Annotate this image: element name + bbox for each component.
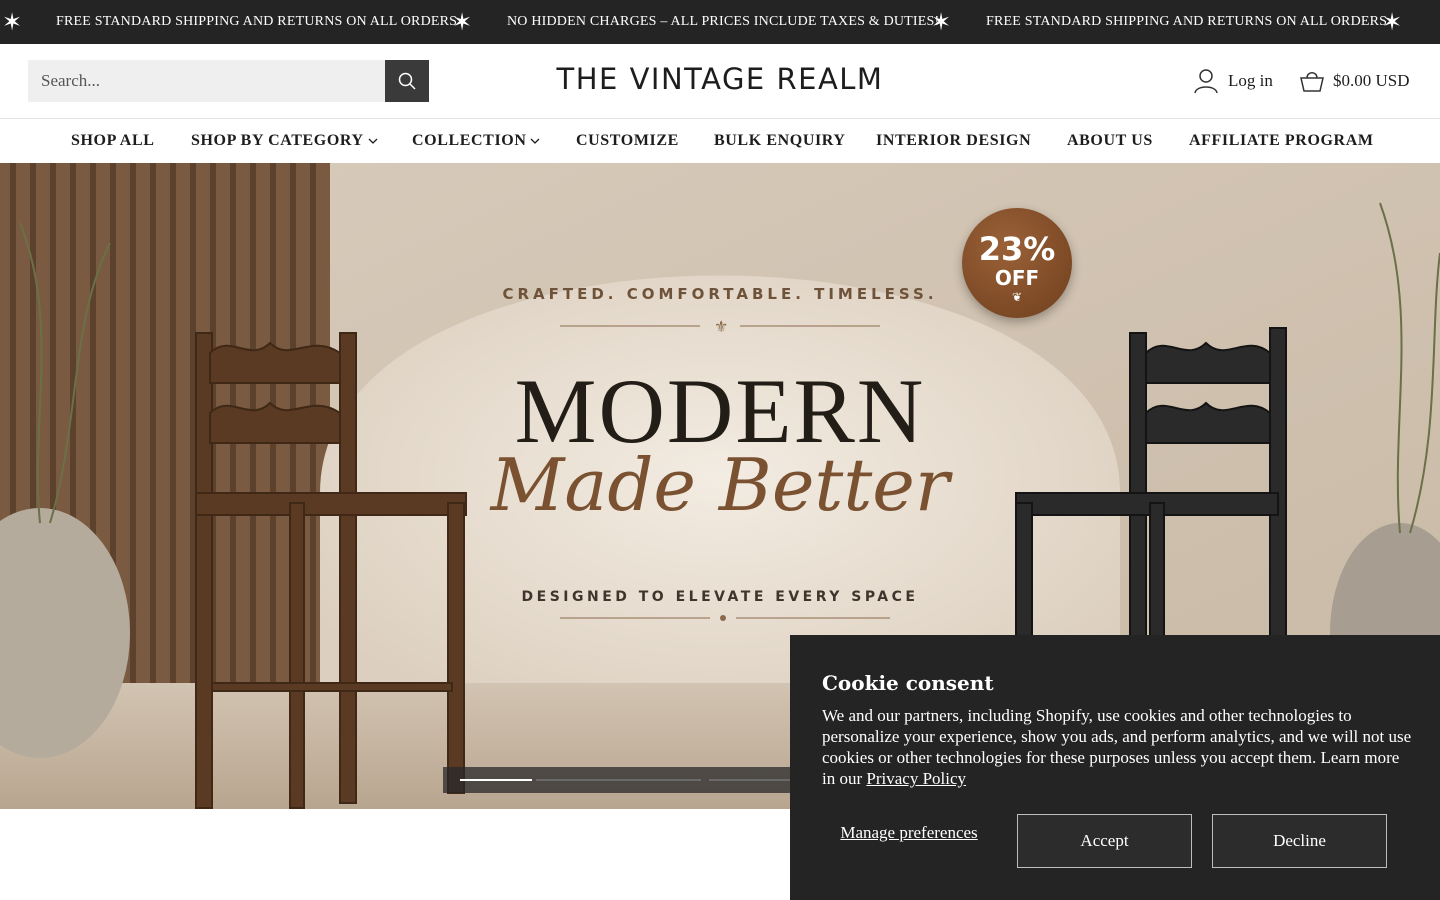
announcement-bar: ✶ FREE STANDARD SHIPPING AND RETURNS ON … [0, 0, 1440, 44]
decline-button[interactable]: Decline [1212, 814, 1387, 868]
svg-text:⚜: ⚜ [714, 317, 728, 336]
nav-item-about-us[interactable]: ABOUT US [1067, 132, 1153, 150]
nav-item-label: INTERIOR DESIGN [876, 132, 1032, 149]
nav-item-customize[interactable]: CUSTOMIZE [576, 132, 679, 150]
nav-item-shop-by-category[interactable]: SHOP BY CATEGORY [191, 132, 378, 150]
star-icon: ✶ [931, 8, 952, 36]
hero-tagline: CRAFTED. COMFORTABLE. TIMELESS. [502, 285, 938, 303]
hero-subline: DESIGNED TO ELEVATE EVERY SPACE [521, 589, 919, 605]
cookie-consent-dialog: Cookie consent We and our partners, incl… [790, 635, 1440, 900]
announcement-message: NO HIDDEN CHARGES – ALL PRICES INCLUDE T… [507, 14, 940, 29]
nav-item-label: SHOP BY CATEGORY [191, 132, 364, 149]
search-input[interactable] [28, 60, 385, 102]
main-nav: SHOP ALL SHOP BY CATEGORY COLLECTION CUS… [0, 118, 1440, 163]
accept-button[interactable]: Accept [1017, 814, 1192, 868]
login-link[interactable]: Log in [1194, 66, 1273, 96]
user-icon [1194, 69, 1218, 94]
login-label: Log in [1228, 71, 1273, 90]
nav-item-bulk-enquiry[interactable]: BULK ENQUIRY [714, 132, 846, 150]
manage-preferences-link[interactable]: Manage preferences [822, 823, 996, 842]
chevron-down-icon [531, 138, 540, 144]
hero-script-headline: Made Better [490, 443, 950, 527]
cart-icon [1300, 72, 1324, 92]
nav-item-label: ABOUT US [1067, 132, 1153, 149]
star-icon: ✶ [452, 8, 473, 36]
leaf-icon: ❦ [1011, 290, 1023, 304]
site-logo[interactable]: THE VINTAGE REALM [520, 62, 920, 96]
star-icon: ✶ [2, 8, 23, 36]
announcement-message: FREE STANDARD SHIPPING AND RETURNS ON AL… [56, 14, 458, 29]
nav-item-collection[interactable]: COLLECTION [412, 132, 540, 150]
chevron-down-icon [368, 138, 378, 144]
search-button[interactable] [385, 60, 429, 102]
slide-indicators [443, 767, 823, 793]
nav-item-interior-design[interactable]: INTERIOR DESIGN [876, 132, 1031, 150]
nav-item-affiliate-program[interactable]: AFFILIATE PROGRAM [1189, 132, 1374, 150]
cart-link[interactable]: $0.00 USD [1299, 66, 1410, 96]
discount-off-label: OFF [994, 266, 1040, 290]
cart-total: $0.00 USD [1333, 71, 1410, 90]
search-icon [398, 72, 416, 90]
nav-item-shop-all[interactable]: SHOP ALL [71, 132, 155, 150]
nav-item-label: SHOP ALL [71, 132, 155, 149]
nav-item-label: AFFILIATE PROGRAM [1189, 132, 1374, 149]
star-icon: ✶ [1382, 8, 1403, 36]
nav-item-label: CUSTOMIZE [576, 132, 679, 149]
slide-dot-active[interactable] [460, 779, 532, 781]
site-header: THE VINTAGE REALM Log in $0.00 USD [0, 44, 1440, 119]
nav-item-label: COLLECTION [412, 132, 527, 149]
cookie-title: Cookie consent [822, 671, 994, 695]
cookie-text: We and our partners, including Shopify, … [822, 705, 1412, 789]
nav-item-label: BULK ENQUIRY [714, 132, 846, 149]
discount-percent: 23% [978, 230, 1056, 268]
slide-dot[interactable] [536, 779, 701, 781]
announcement-message: FREE STANDARD SHIPPING AND RETURNS ON AL… [986, 14, 1388, 29]
privacy-policy-link[interactable]: Privacy Policy [866, 769, 966, 788]
discount-badge: 23% OFF ❦ [962, 208, 1072, 318]
